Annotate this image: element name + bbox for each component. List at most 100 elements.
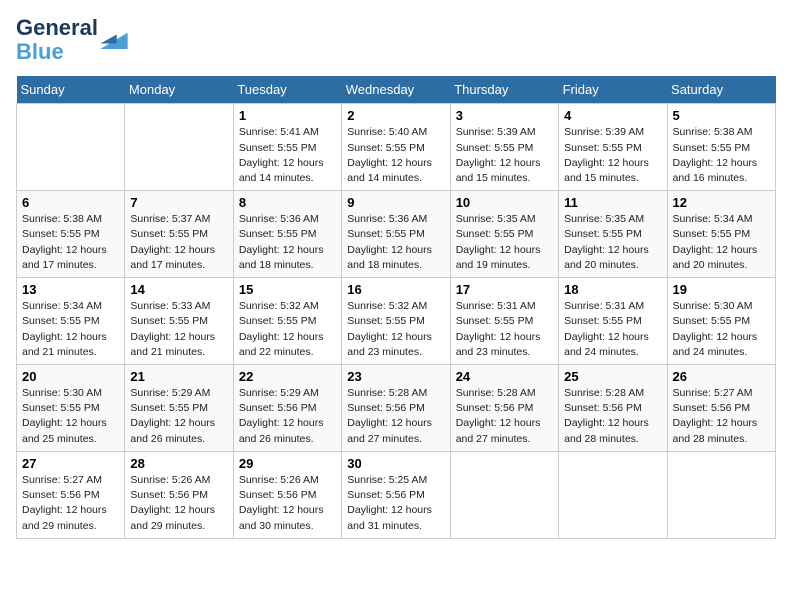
day-cell: 20 Sunrise: 5:30 AM Sunset: 5:55 PM Dayli… bbox=[17, 365, 125, 452]
day-number: 28 bbox=[130, 456, 227, 471]
day-number: 24 bbox=[456, 369, 553, 384]
day-info: Sunrise: 5:29 AM Sunset: 5:56 PM Dayligh… bbox=[239, 386, 336, 447]
day-cell: 26 Sunrise: 5:27 AM Sunset: 5:56 PM Dayli… bbox=[667, 365, 775, 452]
day-cell bbox=[450, 451, 558, 538]
day-cell: 29 Sunrise: 5:26 AM Sunset: 5:56 PM Dayli… bbox=[233, 451, 341, 538]
day-info: Sunrise: 5:40 AM Sunset: 5:55 PM Dayligh… bbox=[347, 125, 444, 186]
day-cell: 11 Sunrise: 5:35 AM Sunset: 5:55 PM Dayli… bbox=[559, 191, 667, 278]
day-info: Sunrise: 5:38 AM Sunset: 5:55 PM Dayligh… bbox=[673, 125, 770, 186]
day-number: 26 bbox=[673, 369, 770, 384]
day-cell: 18 Sunrise: 5:31 AM Sunset: 5:55 PM Dayli… bbox=[559, 278, 667, 365]
day-cell: 22 Sunrise: 5:29 AM Sunset: 5:56 PM Dayli… bbox=[233, 365, 341, 452]
day-info: Sunrise: 5:36 AM Sunset: 5:55 PM Dayligh… bbox=[239, 212, 336, 273]
day-number: 30 bbox=[347, 456, 444, 471]
day-info: Sunrise: 5:31 AM Sunset: 5:55 PM Dayligh… bbox=[456, 299, 553, 360]
day-info: Sunrise: 5:32 AM Sunset: 5:55 PM Dayligh… bbox=[239, 299, 336, 360]
week-row-1: 1Sunrise: 5:41 AM Sunset: 5:55 PM Daylig… bbox=[17, 104, 776, 191]
week-row-2: 6Sunrise: 5:38 AM Sunset: 5:55 PM Daylig… bbox=[17, 191, 776, 278]
day-info: Sunrise: 5:32 AM Sunset: 5:55 PM Dayligh… bbox=[347, 299, 444, 360]
day-info: Sunrise: 5:37 AM Sunset: 5:55 PM Dayligh… bbox=[130, 212, 227, 273]
logo: GeneralBlue bbox=[16, 16, 128, 64]
header-cell-sunday: Sunday bbox=[17, 76, 125, 104]
day-cell: 16 Sunrise: 5:32 AM Sunset: 5:55 PM Dayli… bbox=[342, 278, 450, 365]
day-number: 21 bbox=[130, 369, 227, 384]
day-number: 11 bbox=[564, 195, 661, 210]
day-cell: 25Sunrise: 5:28 AM Sunset: 5:56 PM Dayli… bbox=[559, 365, 667, 452]
day-info: Sunrise: 5:35 AM Sunset: 5:55 PM Dayligh… bbox=[564, 212, 661, 273]
day-info: Sunrise: 5:26 AM Sunset: 5:56 PM Dayligh… bbox=[239, 473, 336, 534]
day-number: 15 bbox=[239, 282, 336, 297]
day-number: 17 bbox=[456, 282, 553, 297]
day-number: 18 bbox=[564, 282, 661, 297]
day-info: Sunrise: 5:29 AM Sunset: 5:55 PM Dayligh… bbox=[130, 386, 227, 447]
day-cell: 27 Sunrise: 5:27 AM Sunset: 5:56 PM Dayli… bbox=[17, 451, 125, 538]
day-number: 16 bbox=[347, 282, 444, 297]
day-info: Sunrise: 5:34 AM Sunset: 5:55 PM Dayligh… bbox=[673, 212, 770, 273]
day-cell: 4 Sunrise: 5:39 AM Sunset: 5:55 PM Daylig… bbox=[559, 104, 667, 191]
header-cell-monday: Monday bbox=[125, 76, 233, 104]
day-number: 3 bbox=[456, 108, 553, 123]
header-cell-saturday: Saturday bbox=[667, 76, 775, 104]
header-row: SundayMondayTuesdayWednesdayThursdayFrid… bbox=[17, 76, 776, 104]
day-info: Sunrise: 5:26 AM Sunset: 5:56 PM Dayligh… bbox=[130, 473, 227, 534]
day-info: Sunrise: 5:33 AM Sunset: 5:55 PM Dayligh… bbox=[130, 299, 227, 360]
day-cell: 19Sunrise: 5:30 AM Sunset: 5:55 PM Dayli… bbox=[667, 278, 775, 365]
day-cell: 2 Sunrise: 5:40 AM Sunset: 5:55 PM Daylig… bbox=[342, 104, 450, 191]
logo-text: GeneralBlue bbox=[16, 16, 98, 64]
day-info: Sunrise: 5:27 AM Sunset: 5:56 PM Dayligh… bbox=[22, 473, 119, 534]
header-cell-thursday: Thursday bbox=[450, 76, 558, 104]
day-cell: 30 Sunrise: 5:25 AM Sunset: 5:56 PM Dayli… bbox=[342, 451, 450, 538]
day-info: Sunrise: 5:25 AM Sunset: 5:56 PM Dayligh… bbox=[347, 473, 444, 534]
day-cell: 15 Sunrise: 5:32 AM Sunset: 5:55 PM Dayli… bbox=[233, 278, 341, 365]
day-number: 5 bbox=[673, 108, 770, 123]
day-cell: 6Sunrise: 5:38 AM Sunset: 5:55 PM Daylig… bbox=[17, 191, 125, 278]
week-row-4: 20 Sunrise: 5:30 AM Sunset: 5:55 PM Dayli… bbox=[17, 365, 776, 452]
day-number: 14 bbox=[130, 282, 227, 297]
day-cell: 7 Sunrise: 5:37 AM Sunset: 5:55 PM Daylig… bbox=[125, 191, 233, 278]
calendar-table: SundayMondayTuesdayWednesdayThursdayFrid… bbox=[16, 76, 776, 538]
day-number: 2 bbox=[347, 108, 444, 123]
day-info: Sunrise: 5:27 AM Sunset: 5:56 PM Dayligh… bbox=[673, 386, 770, 447]
day-info: Sunrise: 5:31 AM Sunset: 5:55 PM Dayligh… bbox=[564, 299, 661, 360]
day-number: 29 bbox=[239, 456, 336, 471]
day-cell: 13 Sunrise: 5:34 AM Sunset: 5:55 PM Dayli… bbox=[17, 278, 125, 365]
day-cell: 14 Sunrise: 5:33 AM Sunset: 5:55 PM Dayli… bbox=[125, 278, 233, 365]
day-number: 13 bbox=[22, 282, 119, 297]
day-cell: 3 Sunrise: 5:39 AM Sunset: 5:55 PM Daylig… bbox=[450, 104, 558, 191]
day-info: Sunrise: 5:36 AM Sunset: 5:55 PM Dayligh… bbox=[347, 212, 444, 273]
day-number: 4 bbox=[564, 108, 661, 123]
day-info: Sunrise: 5:34 AM Sunset: 5:55 PM Dayligh… bbox=[22, 299, 119, 360]
logo-icon bbox=[100, 29, 128, 49]
day-cell: 1Sunrise: 5:41 AM Sunset: 5:55 PM Daylig… bbox=[233, 104, 341, 191]
day-cell bbox=[559, 451, 667, 538]
day-cell: 12 Sunrise: 5:34 AM Sunset: 5:55 PM Dayli… bbox=[667, 191, 775, 278]
day-info: Sunrise: 5:39 AM Sunset: 5:55 PM Dayligh… bbox=[456, 125, 553, 186]
day-number: 27 bbox=[22, 456, 119, 471]
day-number: 7 bbox=[130, 195, 227, 210]
day-number: 20 bbox=[22, 369, 119, 384]
day-cell bbox=[667, 451, 775, 538]
day-cell: 9Sunrise: 5:36 AM Sunset: 5:55 PM Daylig… bbox=[342, 191, 450, 278]
day-cell: 24Sunrise: 5:28 AM Sunset: 5:56 PM Dayli… bbox=[450, 365, 558, 452]
day-info: Sunrise: 5:30 AM Sunset: 5:55 PM Dayligh… bbox=[673, 299, 770, 360]
header-cell-tuesday: Tuesday bbox=[233, 76, 341, 104]
week-row-5: 27 Sunrise: 5:27 AM Sunset: 5:56 PM Dayli… bbox=[17, 451, 776, 538]
header-cell-friday: Friday bbox=[559, 76, 667, 104]
day-cell: 23Sunrise: 5:28 AM Sunset: 5:56 PM Dayli… bbox=[342, 365, 450, 452]
day-info: Sunrise: 5:35 AM Sunset: 5:55 PM Dayligh… bbox=[456, 212, 553, 273]
day-number: 23 bbox=[347, 369, 444, 384]
day-cell: 21 Sunrise: 5:29 AM Sunset: 5:55 PM Dayli… bbox=[125, 365, 233, 452]
day-number: 8 bbox=[239, 195, 336, 210]
day-number: 6 bbox=[22, 195, 119, 210]
day-number: 25 bbox=[564, 369, 661, 384]
day-cell: 28 Sunrise: 5:26 AM Sunset: 5:56 PM Dayli… bbox=[125, 451, 233, 538]
day-cell bbox=[17, 104, 125, 191]
day-number: 12 bbox=[673, 195, 770, 210]
day-info: Sunrise: 5:41 AM Sunset: 5:55 PM Dayligh… bbox=[239, 125, 336, 186]
day-number: 22 bbox=[239, 369, 336, 384]
day-info: Sunrise: 5:30 AM Sunset: 5:55 PM Dayligh… bbox=[22, 386, 119, 447]
day-info: Sunrise: 5:39 AM Sunset: 5:55 PM Dayligh… bbox=[564, 125, 661, 186]
day-cell: 17 Sunrise: 5:31 AM Sunset: 5:55 PM Dayli… bbox=[450, 278, 558, 365]
day-number: 10 bbox=[456, 195, 553, 210]
week-row-3: 13 Sunrise: 5:34 AM Sunset: 5:55 PM Dayli… bbox=[17, 278, 776, 365]
